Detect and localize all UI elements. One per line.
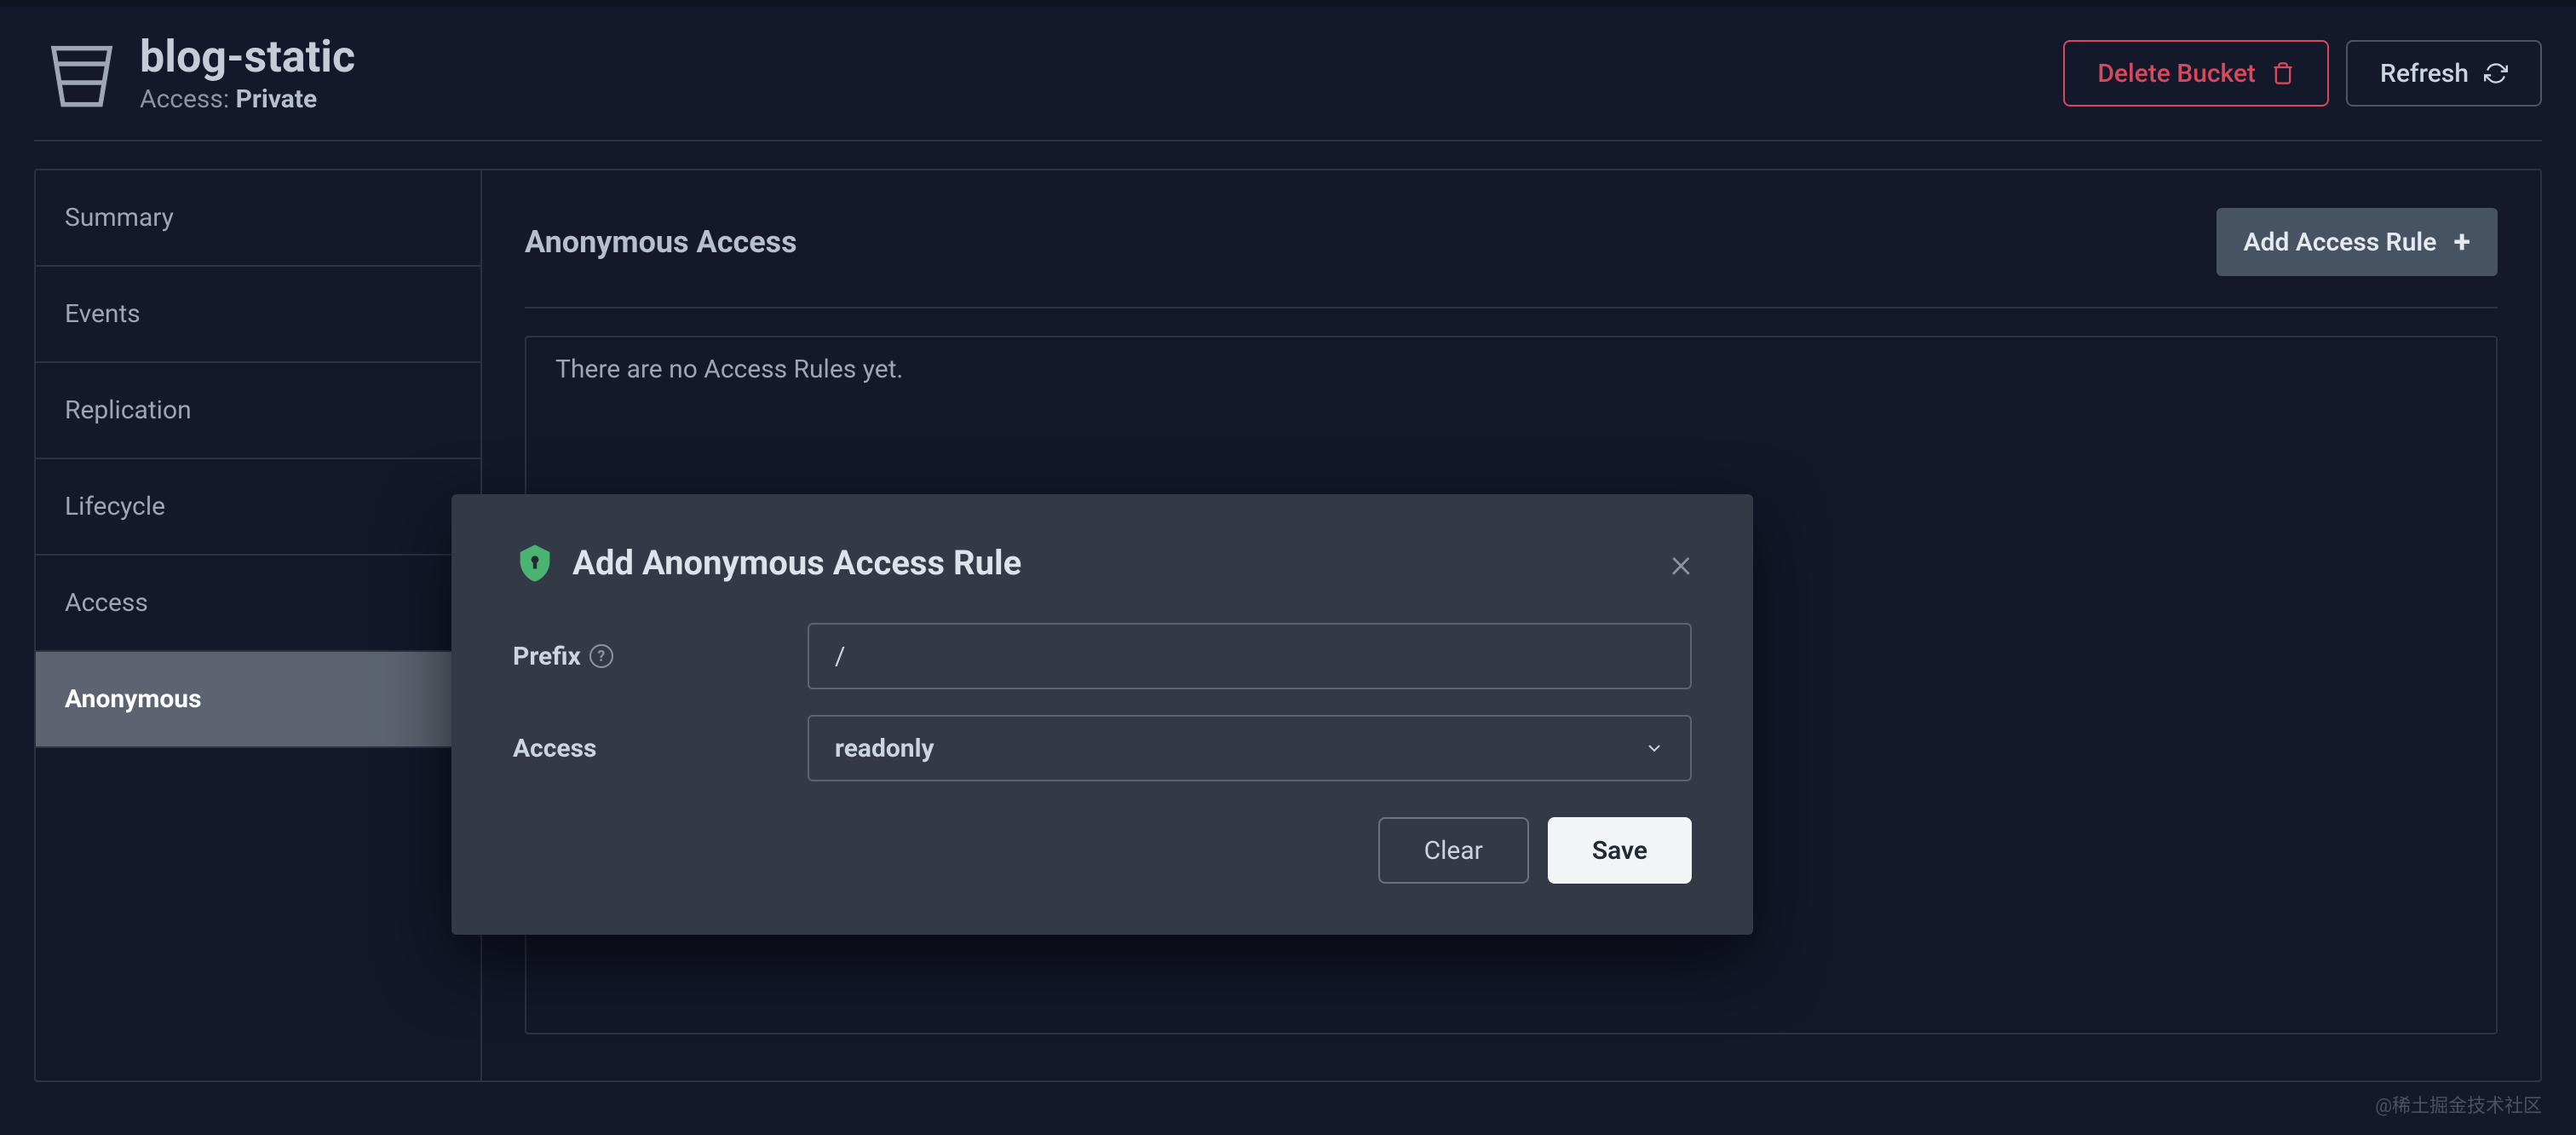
- sidebar-item-replication[interactable]: Replication: [36, 363, 480, 459]
- clear-button[interactable]: Clear: [1378, 817, 1529, 884]
- bucket-access-value: Private: [236, 84, 318, 114]
- plus-icon: +: [2453, 224, 2470, 260]
- bucket-access-label: Access: Private: [140, 84, 355, 114]
- sidebar-item-events[interactable]: Events: [36, 267, 480, 363]
- sidebar-item-lifecycle[interactable]: Lifecycle: [36, 459, 480, 556]
- prefix-input[interactable]: [808, 623, 1692, 689]
- refresh-button[interactable]: Refresh: [2346, 40, 2542, 107]
- add-access-rule-button[interactable]: Add Access Rule +: [2217, 208, 2498, 276]
- shield-icon: [513, 541, 557, 585]
- sidebar-item-anonymous[interactable]: Anonymous: [36, 652, 480, 748]
- sidebar: Summary Events Replication Lifecycle Acc…: [36, 170, 482, 1080]
- add-rule-modal: Add Anonymous Access Rule × Prefix ? Acc…: [451, 494, 1753, 935]
- save-button[interactable]: Save: [1548, 817, 1692, 884]
- modal-title: Add Anonymous Access Rule: [572, 543, 1021, 583]
- prefix-label: Prefix ?: [513, 642, 808, 671]
- access-select[interactable]: readonly: [808, 715, 1692, 781]
- sidebar-item-access[interactable]: Access: [36, 556, 480, 652]
- trash-icon: [2271, 61, 2295, 85]
- close-icon[interactable]: ×: [1670, 539, 1692, 587]
- access-label: Access: [513, 734, 808, 763]
- content-title: Anonymous Access: [525, 224, 797, 260]
- help-icon[interactable]: ?: [589, 644, 613, 668]
- refresh-icon: [2484, 61, 2508, 85]
- watermark: @稀土掘金技术社区: [2375, 1091, 2542, 1118]
- delete-bucket-button[interactable]: Delete Bucket: [2063, 40, 2329, 107]
- bucket-icon: [44, 36, 119, 111]
- page-header: blog-static Access: Private Delete Bucke…: [0, 7, 2576, 140]
- sidebar-item-summary[interactable]: Summary: [36, 170, 480, 267]
- bucket-name: blog-static: [140, 32, 355, 81]
- chevron-down-icon: [1644, 738, 1665, 758]
